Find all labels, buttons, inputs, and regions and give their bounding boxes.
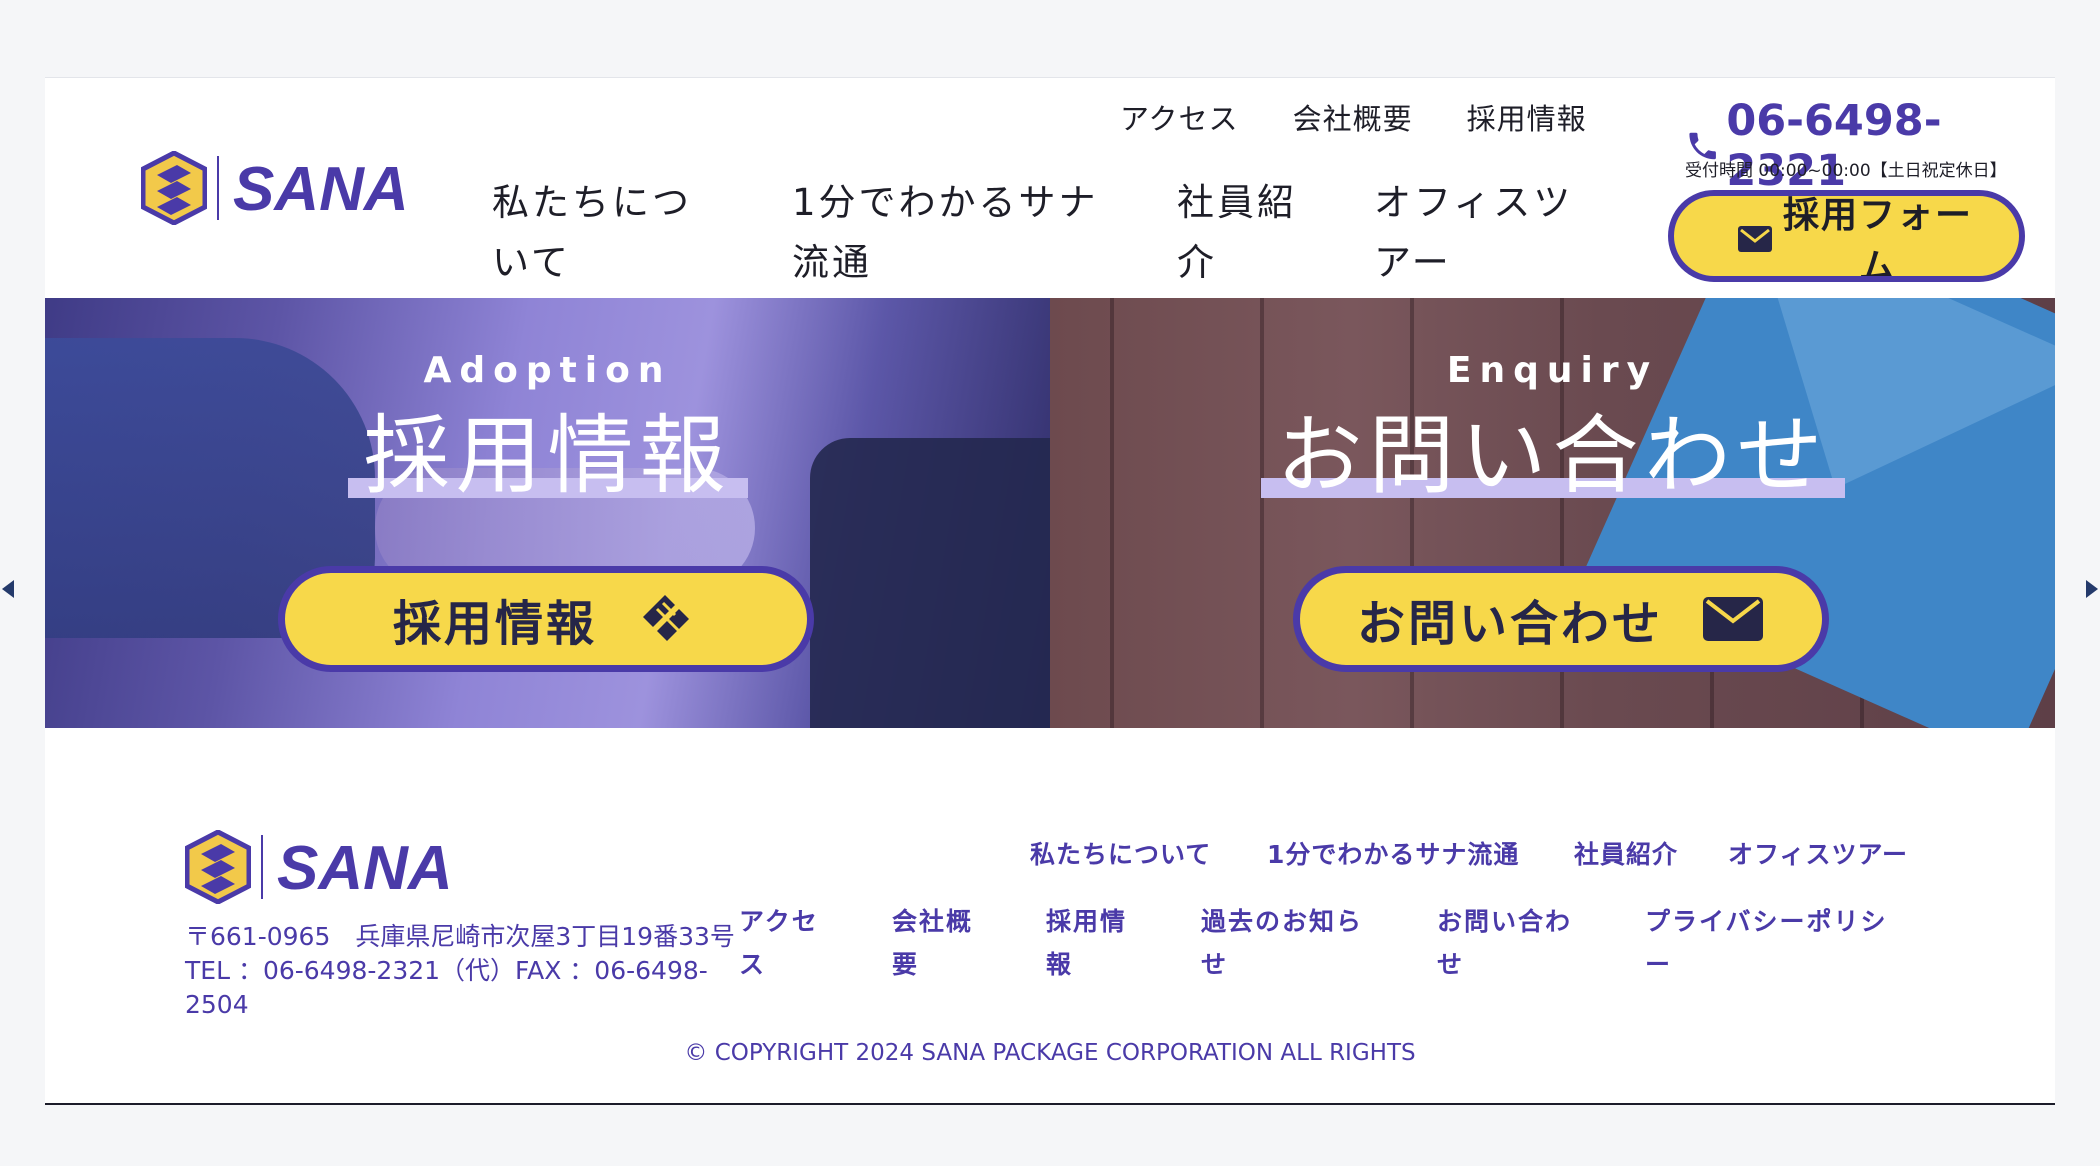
recruit-form-button[interactable]: 採用フォーム bbox=[1668, 190, 2025, 282]
footer-nav-access[interactable]: アクセス bbox=[739, 900, 829, 986]
logo-divider bbox=[217, 156, 219, 220]
adoption-title: 採用情報 bbox=[347, 406, 748, 506]
slider-prev-arrow-icon[interactable] bbox=[2, 580, 14, 598]
footer-nav-recruit[interactable]: 採用情報 bbox=[1046, 900, 1136, 986]
recruit-form-label: 採用フォーム bbox=[1782, 195, 1973, 282]
footer-nav-past-news[interactable]: 過去のお知らせ bbox=[1201, 900, 1376, 986]
enquiry-title: お問い合わせ bbox=[1260, 406, 1845, 506]
enquiry-panel[interactable]: Enquiry お問い合わせ お問い合わせ bbox=[1050, 298, 2055, 728]
footer-nav-contact[interactable]: お問い合わせ bbox=[1437, 900, 1582, 986]
svg-text:SANA: SANA bbox=[233, 158, 409, 218]
site-header: SANA アクセス 会社概要 採用情報 私たちについて 1分でわかるサナ流通 社… bbox=[45, 78, 2055, 298]
logo-wordmark: SANA bbox=[277, 837, 453, 897]
phone-number[interactable]: 06-6498-2321 bbox=[1726, 96, 2055, 196]
logo-divider bbox=[261, 835, 263, 899]
footer-nav-company[interactable]: 会社概要 bbox=[892, 900, 982, 986]
main-nav-office-tour[interactable]: オフィスツアー bbox=[1374, 173, 1599, 293]
enquiry-button-label: お問い合わせ bbox=[1356, 596, 1663, 652]
footer-nav-overview[interactable]: 1分でわかるサナ流通 bbox=[1267, 835, 1519, 871]
logo-mark-icon bbox=[185, 830, 251, 904]
logo-mark-icon bbox=[141, 151, 207, 225]
svg-text:SANA: SANA bbox=[277, 837, 453, 897]
adoption-panel[interactable]: Adoption 採用情報 採用情報 bbox=[45, 298, 1050, 728]
main-nav-staff[interactable]: 社員紹介 bbox=[1177, 173, 1307, 293]
logo-wordmark: SANA bbox=[233, 158, 409, 218]
enquiry-en-label: Enquiry bbox=[1446, 350, 1659, 391]
footer-nav-office-tour[interactable]: オフィスツアー bbox=[1728, 835, 1908, 871]
footer-nav-privacy-policy[interactable]: プライバシーポリシー bbox=[1645, 900, 1905, 986]
util-nav-recruit[interactable]: 採用情報 bbox=[1467, 96, 1587, 138]
phone-contact[interactable]: 06-6498-2321 bbox=[1685, 96, 2055, 196]
tel-fax-line: TEL ：06-6498-2321（代）FAX ：06-6498-2504 bbox=[185, 956, 708, 1019]
slider-next-arrow-icon[interactable] bbox=[2086, 580, 2098, 598]
handshake-icon bbox=[643, 595, 689, 641]
enquiry-button[interactable]: お問い合わせ bbox=[1293, 566, 1829, 672]
footer-nav-about[interactable]: 私たちについて bbox=[1030, 835, 1211, 871]
utility-nav: アクセス 会社概要 採用情報 bbox=[1120, 96, 1587, 138]
hero-panels: Adoption 採用情報 採用情報 Enquiry お問い合わせ お問い合わせ bbox=[45, 298, 2055, 728]
adoption-button-label: 採用情報 bbox=[392, 596, 597, 652]
main-nav-overview[interactable]: 1分でわかるサナ流通 bbox=[792, 173, 1122, 293]
main-nav-about[interactable]: 私たちについて bbox=[492, 173, 722, 293]
site-logo[interactable]: SANA bbox=[141, 151, 433, 225]
business-hours: 受付時間 00:00~00:00【土日祝定休日】 bbox=[1685, 161, 2007, 181]
adoption-en-label: Adoption bbox=[423, 350, 672, 391]
footer-nav-staff[interactable]: 社員紹介 bbox=[1574, 835, 1678, 871]
mail-icon bbox=[1738, 226, 1772, 252]
company-address: 〒661-0965 兵庫県尼崎市次屋3丁目19番33号 TEL ：06-6498… bbox=[185, 920, 745, 1022]
page: SANA アクセス 会社概要 採用情報 私たちについて 1分でわかるサナ流通 社… bbox=[45, 77, 2055, 1105]
footer-logo[interactable]: SANA bbox=[185, 830, 477, 904]
address-line: 〒661-0965 兵庫県尼崎市次屋3丁目19番33号 bbox=[185, 922, 735, 951]
util-nav-access[interactable]: アクセス bbox=[1120, 96, 1239, 138]
adoption-button[interactable]: 採用情報 bbox=[278, 566, 814, 672]
util-nav-company[interactable]: 会社概要 bbox=[1293, 96, 1413, 138]
copyright-text: © COPYRIGHT 2024 SANA PACKAGE CORPORATIO… bbox=[684, 1040, 1416, 1066]
mail-icon bbox=[1703, 597, 1763, 641]
